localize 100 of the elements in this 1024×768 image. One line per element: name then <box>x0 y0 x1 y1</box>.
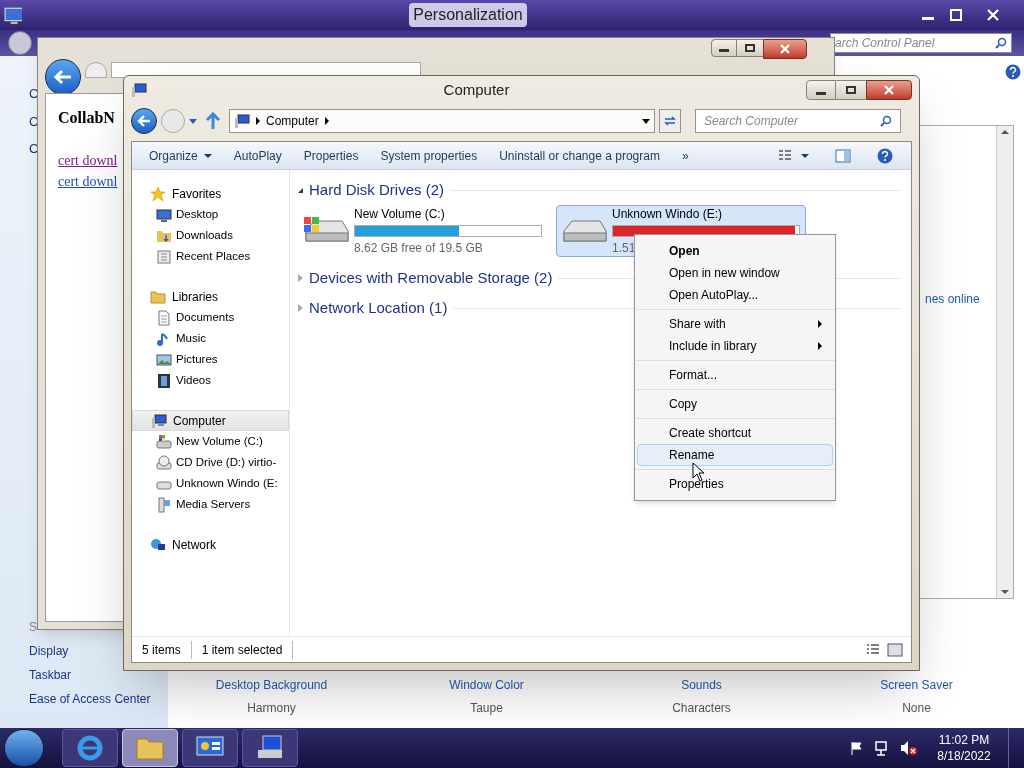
close-icon <box>884 85 894 95</box>
computer-icon <box>151 412 167 429</box>
sidebar-link[interactable]: C <box>29 84 39 104</box>
caret-icon <box>203 153 212 158</box>
muted-speaker-icon <box>900 740 918 756</box>
link[interactable]: cert downl <box>58 150 118 171</box>
nav-item[interactable]: Computer <box>132 410 289 431</box>
minimize-button[interactable] <box>711 39 737 57</box>
recent-places-icon <box>156 248 172 265</box>
theme-setting-link[interactable]: Sounds <box>681 676 722 694</box>
nav-item[interactable]: Network <box>132 534 289 555</box>
maximize-button[interactable] <box>737 39 763 57</box>
menu-item[interactable]: Format... <box>637 364 833 386</box>
nav-item[interactable]: Desktop <box>132 204 289 225</box>
page-heading: CollabN <box>58 108 115 128</box>
toolbar-button[interactable]: Uninstall or change a program <box>492 144 667 167</box>
toolbar-button[interactable]: » <box>674 144 696 167</box>
drive-tile[interactable]: New Volume (C:) 8.62 GB free of 19.5 GB <box>298 205 548 257</box>
nav-item[interactable]: Media Servers <box>132 494 289 515</box>
submenu-arrow-icon <box>818 342 822 350</box>
theme-setting-value: Taupe <box>470 700 503 717</box>
menu-item[interactable]: Properties <box>637 473 833 495</box>
free-space-text: 1.51 <box>612 240 636 257</box>
nav-item[interactable]: Downloads <box>132 225 289 246</box>
theme-setting-link[interactable]: Window Color <box>449 676 524 694</box>
refresh-button[interactable] <box>659 109 681 133</box>
dropdown-arrow-icon[interactable] <box>642 118 650 124</box>
drive-icon <box>156 433 172 450</box>
network-icon <box>150 536 166 553</box>
star-icon <box>150 185 166 202</box>
nav-item[interactable]: Libraries <box>132 286 289 307</box>
link[interactable]: cert downl <box>58 171 118 192</box>
address-bar[interactable]: Computer <box>229 109 655 133</box>
back-button[interactable] <box>131 108 157 134</box>
sidebar-link[interactable]: Ease of Access Center <box>29 690 151 708</box>
free-space-text: 8.62 GB free of 19.5 GB <box>354 240 483 257</box>
monitor-icon <box>156 206 172 223</box>
close-icon <box>780 44 790 54</box>
start-button[interactable] <box>4 729 44 767</box>
menu-item[interactable]: Open in new window <box>637 262 833 284</box>
sidebar-link[interactable]: C <box>29 111 39 131</box>
search-field[interactable]: Search Computer <box>695 109 901 133</box>
menu-item[interactable]: Include in library <box>637 335 833 357</box>
nav-item[interactable]: CD Drive (D:) virtio- <box>132 452 289 473</box>
preview-pane-icon <box>835 147 851 164</box>
nav-item[interactable]: Favorites <box>132 183 289 204</box>
picture-icon <box>156 351 172 368</box>
sidebar-link[interactable]: Display <box>29 642 69 660</box>
close-button[interactable] <box>866 80 912 100</box>
menu-item[interactable]: Rename <box>637 444 833 466</box>
browser-icon <box>76 734 104 762</box>
arrow-left-icon <box>137 115 151 127</box>
flag-icon <box>850 741 864 755</box>
theme-setting-link[interactable]: Screen Saver <box>880 676 953 694</box>
group-header[interactable]: Hard Disk Drives (2) <box>309 178 444 202</box>
menu-item[interactable]: Copy <box>637 393 833 415</box>
taskbar-button[interactable] <box>242 729 298 767</box>
maximize-button[interactable] <box>836 80 866 100</box>
status-text: 5 items <box>132 640 192 659</box>
back-button[interactable] <box>8 31 32 55</box>
minimize-button[interactable] <box>806 80 836 100</box>
nav-item[interactable]: New Volume (C:) <box>132 431 289 452</box>
menu-item[interactable]: Create shortcut <box>637 422 833 444</box>
window-title: Personalization <box>409 3 527 27</box>
search-icon <box>880 115 892 127</box>
menu-item[interactable]: Share with <box>637 313 833 335</box>
back-button[interactable] <box>45 59 81 95</box>
toolbar-button[interactable]: System properties <box>373 144 485 167</box>
nav-item[interactable]: Unknown Windo (E: <box>132 473 289 494</box>
nav-item[interactable]: Documents <box>132 307 289 328</box>
arrow-left-icon <box>53 69 73 85</box>
toolbar-button[interactable]: AutoPlay <box>226 144 289 167</box>
close-icon <box>987 9 999 21</box>
scrollbar[interactable] <box>996 126 1013 598</box>
group-header[interactable]: Network Location (1) <box>309 296 448 320</box>
sidebar-link[interactable]: Taskbar <box>29 666 72 684</box>
group-header[interactable]: Devices with Removable Storage (2) <box>309 266 553 290</box>
collapse-arrow-icon[interactable] <box>298 187 303 193</box>
history-dropdown[interactable] <box>189 118 197 124</box>
toolbar-button[interactable]: Organize <box>142 144 219 167</box>
online-link[interactable]: nes online <box>925 290 980 308</box>
theme-setting-link[interactable]: Desktop Background <box>215 676 328 694</box>
folder-icon <box>150 288 166 305</box>
nav-item[interactable]: Music <box>132 328 289 349</box>
clock[interactable]: 11:02 PM 8/18/2022 <box>932 732 996 764</box>
taskbar-button[interactable] <box>182 729 238 767</box>
close-button[interactable] <box>763 39 807 59</box>
toolbar-button[interactable]: Properties <box>296 144 366 167</box>
search-field[interactable]: arch Control Panel <box>830 33 1012 53</box>
computer-icon <box>131 82 147 98</box>
nav-item[interactable]: Videos <box>132 370 289 391</box>
menu-item[interactable]: Open AutoPlay... <box>637 284 833 306</box>
sidebar-link[interactable]: C <box>29 139 39 159</box>
computer-icon <box>234 113 250 129</box>
drive-name: New Volume (C:) <box>354 206 445 223</box>
breadcrumb[interactable]: Computer <box>266 112 319 130</box>
window-title: Computer <box>443 79 510 100</box>
nav-item[interactable]: Pictures <box>132 349 289 370</box>
up-arrow-icon[interactable] <box>205 112 221 130</box>
nav-item[interactable]: Recent Places <box>132 246 289 267</box>
